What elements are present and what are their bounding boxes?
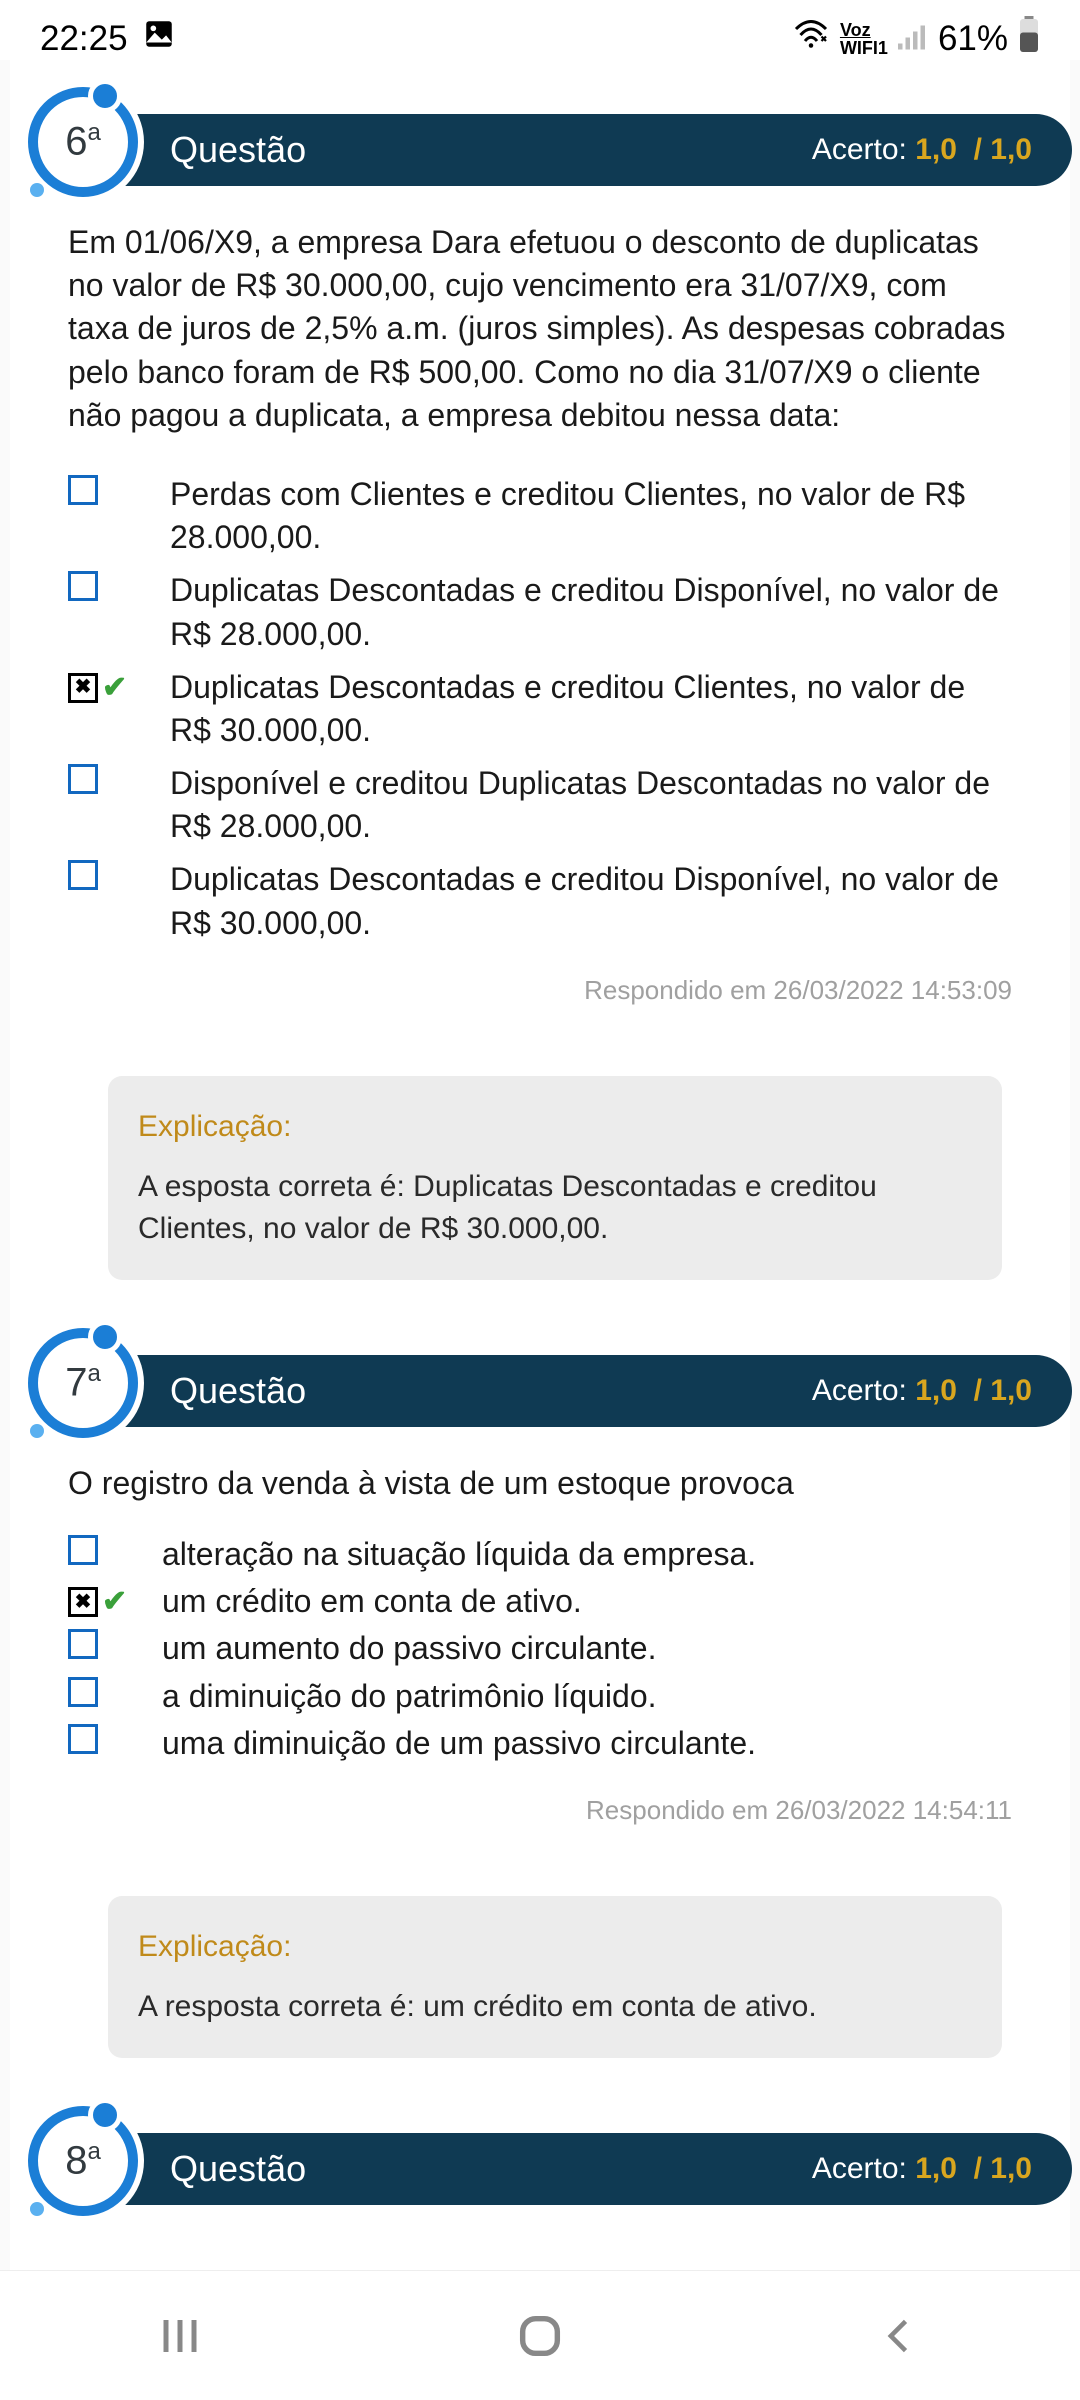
option-row[interactable]: um aumento do passivo circulante. [68, 1627, 1012, 1670]
option-text: Perdas com Clientes e creditou Clientes,… [170, 473, 1012, 559]
checkbox-icon[interactable] [68, 764, 98, 794]
battery-icon [1018, 16, 1040, 61]
question-prompt: O registro da venda à vista de um estoqu… [68, 1462, 1012, 1505]
voz-text: Voz [840, 21, 888, 39]
question-6: 6a Questão Acerto: 1,0 / 1,0 Em 01/06/X9… [8, 109, 1072, 1280]
question-options: Perdas com Clientes e creditou Clientes,… [68, 473, 1012, 945]
signal-icon [898, 19, 928, 59]
question-body: O registro da venda à vista de um estoqu… [8, 1432, 1072, 1775]
option-row[interactable]: alteração na situação líquida da empresa… [68, 1533, 1012, 1576]
question-number: 6a [65, 119, 101, 164]
status-bar: 22:25 Voz WIFI1 61% [0, 0, 1080, 69]
question-options: alteração na situação líquida da empresa… [68, 1533, 1012, 1765]
explanation-body: A resposta correta é: um crédito em cont… [138, 1986, 972, 2028]
question-title: Questão [170, 129, 306, 171]
option-text: Disponível e creditou Duplicatas Descont… [170, 762, 1012, 848]
option-text: a diminuição do patrimônio líquido. [162, 1675, 1012, 1718]
checkbox-selected-icon[interactable] [68, 673, 98, 703]
checkbox-icon[interactable] [68, 1724, 98, 1754]
option-text: uma diminuição de um passivo circulante. [162, 1722, 1012, 1765]
question-score: Acerto: 1,0 / 1,0 [812, 133, 1032, 167]
back-button[interactable] [870, 2306, 930, 2366]
option-row[interactable]: Disponível e creditou Duplicatas Descont… [68, 762, 1012, 848]
question-7: 7a Questão Acerto: 1,0 / 1,0 O registro … [8, 1350, 1072, 2058]
status-right: Voz WIFI1 61% [792, 16, 1040, 61]
explanation-box: Explicação: A resposta correta é: um cré… [108, 1896, 1002, 2058]
battery-percent: 61% [938, 19, 1008, 59]
option-text: Duplicatas Descontadas e creditou Client… [170, 666, 1012, 752]
explanation-body: A esposta correta é: Duplicatas Desconta… [138, 1166, 972, 1250]
checkbox-icon[interactable] [68, 1535, 98, 1565]
answered-timestamp: Respondido em 26/03/2022 14:53:09 [8, 955, 1072, 1016]
question-title-bar: Questão Acerto: 1,0 / 1,0 [78, 2133, 1072, 2205]
image-icon [142, 17, 176, 60]
option-row[interactable]: ✔ um crédito em conta de ativo. [68, 1580, 1012, 1623]
status-time: 22:25 [40, 19, 128, 59]
question-number-badge: 6a [28, 87, 138, 197]
checkbox-icon[interactable] [68, 475, 98, 505]
explanation-title: Explicação: [138, 1106, 972, 1148]
checkbox-icon[interactable] [68, 1629, 98, 1659]
option-row[interactable]: Perdas com Clientes e creditou Clientes,… [68, 473, 1012, 559]
checkbox-icon[interactable] [68, 860, 98, 890]
question-title: Questão [170, 2148, 306, 2190]
question-header: 6a Questão Acerto: 1,0 / 1,0 [8, 109, 1072, 191]
option-text: alteração na situação líquida da empresa… [162, 1533, 1012, 1576]
home-button[interactable] [510, 2306, 570, 2366]
android-nav-bar [0, 2270, 1080, 2400]
question-title: Questão [170, 1370, 306, 1412]
scroll-edge-left [0, 60, 10, 2270]
option-row[interactable]: a diminuição do patrimônio líquido. [68, 1675, 1012, 1718]
checkbox-icon[interactable] [68, 1677, 98, 1707]
option-row[interactable]: Duplicatas Descontadas e creditou Dispon… [68, 858, 1012, 944]
wifi-icon [792, 19, 830, 59]
checkbox-selected-icon[interactable] [68, 1587, 98, 1617]
question-score: Acerto: 1,0 / 1,0 [812, 2152, 1032, 2186]
voz-wifi-label: Voz WIFI1 [840, 21, 888, 57]
checkbox-icon[interactable] [68, 571, 98, 601]
recents-button[interactable] [150, 2306, 210, 2366]
question-score: Acerto: 1,0 / 1,0 [812, 1374, 1032, 1408]
status-left: 22:25 [40, 17, 176, 60]
option-text: Duplicatas Descontadas e creditou Dispon… [170, 569, 1012, 655]
question-prompt: Em 01/06/X9, a empresa Dara efetuou o de… [68, 221, 1012, 437]
option-text: um aumento do passivo circulante. [162, 1627, 1012, 1670]
question-number: 8a [65, 2138, 101, 2183]
question-body: Em 01/06/X9, a empresa Dara efetuou o de… [8, 191, 1072, 955]
option-text: Duplicatas Descontadas e creditou Dispon… [170, 858, 1012, 944]
correct-check-icon: ✔ [102, 1582, 127, 1623]
question-header: 7a Questão Acerto: 1,0 / 1,0 [8, 1350, 1072, 1432]
content-scroll[interactable]: 6a Questão Acerto: 1,0 / 1,0 Em 01/06/X9… [0, 109, 1080, 2210]
answered-timestamp: Respondido em 26/03/2022 14:54:11 [8, 1775, 1072, 1836]
option-row[interactable]: ✔ Duplicatas Descontadas e creditou Clie… [68, 666, 1012, 752]
explanation-title: Explicação: [138, 1926, 972, 1968]
explanation-box: Explicação: A esposta correta é: Duplica… [108, 1076, 1002, 1280]
scroll-edge-right [1070, 60, 1080, 2270]
question-title-bar: Questão Acerto: 1,0 / 1,0 [78, 114, 1072, 186]
option-row[interactable]: Duplicatas Descontadas e creditou Dispon… [68, 569, 1012, 655]
question-number-badge: 7a [28, 1328, 138, 1438]
question-number: 7a [65, 1360, 101, 1405]
question-header: 8a Questão Acerto: 1,0 / 1,0 [8, 2128, 1072, 2210]
option-row[interactable]: uma diminuição de um passivo circulante. [68, 1722, 1012, 1765]
wifi1-text: WIFI1 [840, 39, 888, 57]
correct-check-icon: ✔ [102, 668, 127, 709]
question-8: 8a Questão Acerto: 1,0 / 1,0 [8, 2128, 1072, 2210]
option-text: um crédito em conta de ativo. [162, 1580, 1012, 1623]
question-title-bar: Questão Acerto: 1,0 / 1,0 [78, 1355, 1072, 1427]
question-number-badge: 8a [28, 2106, 138, 2216]
